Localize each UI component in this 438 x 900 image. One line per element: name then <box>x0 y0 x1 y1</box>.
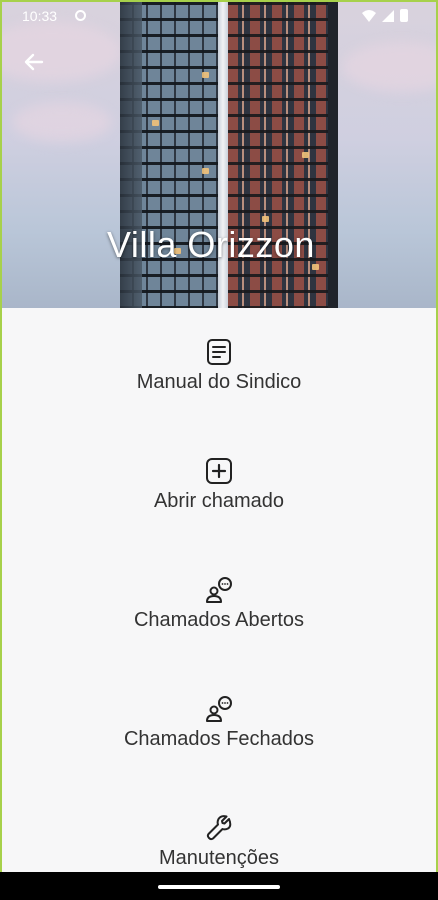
menu-item-label: Chamados Fechados <box>123 728 315 750</box>
menu-item-label: Manutenções <box>158 847 280 869</box>
menu-item-label: Abrir chamado <box>153 490 285 512</box>
document-icon <box>207 339 231 365</box>
menu-item-abrir-chamado[interactable]: Abrir chamado <box>2 427 436 537</box>
notification-icon <box>75 10 86 21</box>
wifi-icon <box>362 9 376 22</box>
signal-icon <box>382 9 394 22</box>
status-time: 10:33 <box>22 8 58 24</box>
menu-item-label: Manual do Sindico <box>136 371 302 393</box>
system-nav-bar <box>0 872 438 900</box>
user-chat-icon <box>206 696 232 722</box>
app-screen: 10:33 Villa Orizzon Manual do Sindico Ab… <box>0 0 438 900</box>
menu-item-chamados-fechados[interactable]: Chamados Fechados <box>2 665 436 775</box>
status-bar: 10:33 <box>2 2 436 30</box>
back-arrow-icon[interactable] <box>20 48 48 76</box>
menu-item-label: Chamados Abertos <box>133 609 305 631</box>
menu-item-manual-do-sindico[interactable]: Manual do Sindico <box>2 308 436 418</box>
page-title: Villa Orizzon <box>107 224 315 265</box>
user-chat-icon <box>206 577 232 603</box>
plus-square-icon <box>206 458 232 484</box>
battery-icon <box>400 9 408 22</box>
menu-item-chamados-abertos[interactable]: Chamados Abertos <box>2 546 436 656</box>
wrench-icon <box>206 815 232 841</box>
home-gesture-handle[interactable] <box>158 885 280 889</box>
